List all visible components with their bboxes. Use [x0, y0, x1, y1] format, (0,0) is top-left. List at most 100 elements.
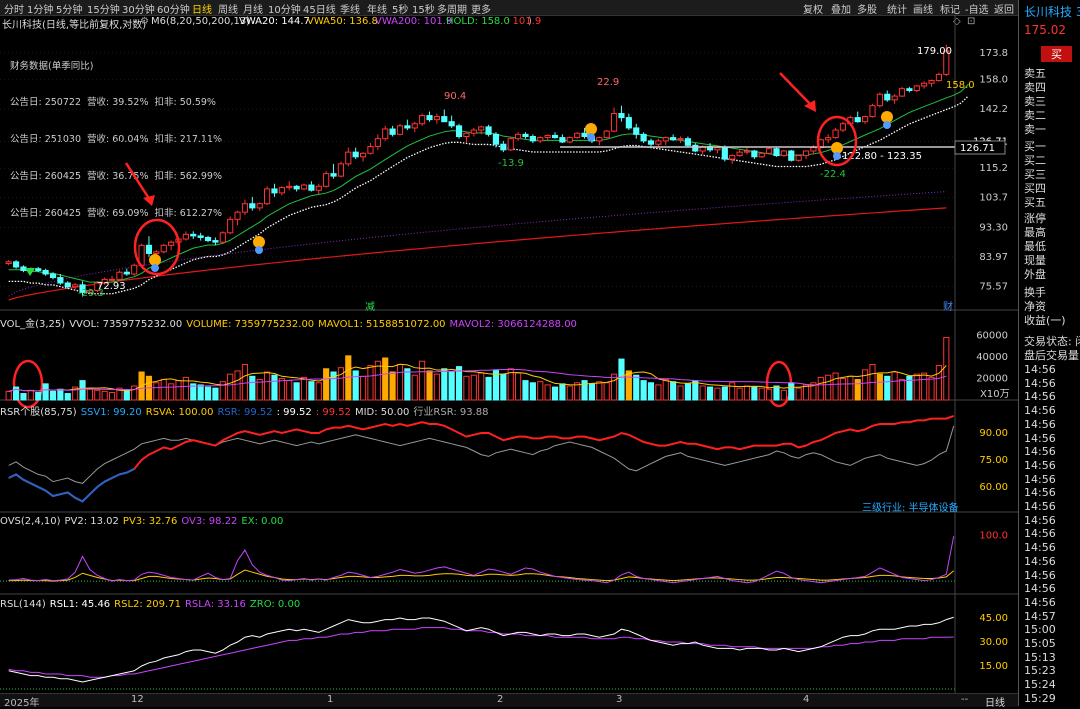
volume-bar: [463, 375, 470, 401]
vol-panel-title: VOL_金(3,25) VVOL: 7359775232.00 VOLUME: 73…: [0, 315, 581, 330]
volume-bar: [455, 366, 463, 401]
volume-bar: [57, 388, 64, 401]
month-label: 1: [327, 694, 334, 705]
candle-body: [677, 138, 684, 141]
arrow-head-icon: [804, 100, 816, 112]
volume-bar: [359, 375, 367, 401]
candle-body: [832, 129, 839, 139]
tick-time: 14:56: [1024, 431, 1056, 445]
signal-dot-icon: [255, 246, 263, 254]
volume-bar: [891, 371, 898, 401]
tick-time: 15:13: [1024, 650, 1056, 664]
candle-body: [729, 155, 736, 160]
tick-time: 14:56: [1024, 582, 1056, 596]
candle-body: [411, 123, 418, 129]
candle-body: [300, 184, 308, 190]
buy-button[interactable]: 买: [1041, 46, 1072, 62]
price-tick: 93.30: [979, 222, 1008, 233]
hold-line: [8, 83, 969, 283]
volume-bar: [625, 370, 632, 401]
candle-body: [876, 93, 883, 107]
candle-body: [20, 266, 27, 271]
volume-bar: [42, 383, 49, 401]
tick-time: 14:56: [1024, 458, 1056, 472]
volume-value: VOLUME: 7359775232.00: [186, 319, 315, 330]
candle-body: [116, 271, 123, 280]
volume-bar: [404, 368, 411, 401]
volume-bar: [160, 379, 167, 401]
volume-bar: [249, 375, 256, 401]
volume-bar: [684, 383, 691, 401]
candle-body: [566, 137, 573, 143]
volume-bar: [921, 372, 928, 401]
candle-body: [426, 115, 433, 121]
month-label: 3: [616, 694, 623, 705]
candle-body: [153, 251, 160, 254]
candle-body: [913, 85, 920, 92]
after-hours-volume: 盘后交易量:: [1024, 349, 1080, 362]
price-tick: 75.57: [979, 281, 1008, 292]
rsl-tick: 45.00: [979, 613, 1008, 624]
candle-body: [241, 203, 249, 213]
candle-body: [182, 233, 189, 240]
candle-body: [773, 148, 780, 157]
ovs-title: OVS(2,4,10): [0, 516, 61, 527]
rsr-low-line: [8, 468, 135, 503]
rsva-value: RSVA: 100.00: [145, 407, 214, 418]
vvol-value: VVOL: 7359775232.00: [69, 319, 183, 330]
volume-bar: [736, 387, 743, 401]
volume-bar: [101, 390, 108, 401]
volume-bar: [588, 383, 596, 401]
candle-body: [249, 203, 256, 209]
candle-body: [212, 240, 219, 243]
volume-bar: [884, 375, 891, 401]
volume-tick: 40000: [976, 352, 1008, 363]
volume-bar: [529, 382, 536, 401]
volume-bar: [670, 381, 677, 401]
volume-bar: [212, 387, 219, 401]
rsr-panel-title: RSR个股(85,75) SSV1: 99.20 RSVA: 100.00 RSR: …: [0, 403, 493, 418]
candle-body: [264, 188, 271, 205]
tick-time: 14:56: [1024, 390, 1056, 404]
volume-bar: [847, 375, 854, 401]
rsl-panel-title: RSL(144) RSL1: 45.46 RSL2: 209.71 RSLA: 33.…: [0, 599, 304, 610]
candle-body: [692, 144, 699, 152]
tick-time: 15:23: [1024, 664, 1056, 678]
volume-bar: [278, 377, 285, 401]
candle-body: [278, 187, 285, 194]
volume-bar: [743, 385, 751, 401]
candle-body: [921, 82, 928, 87]
volume-bar: [448, 371, 455, 401]
current-price: 175.02: [1024, 23, 1066, 37]
candle-body: [12, 261, 20, 268]
candle-body: [256, 203, 263, 209]
collapse-button[interactable]: --: [961, 694, 968, 705]
candle-body: [64, 282, 71, 288]
volume-bar: [374, 360, 381, 401]
candle-body: [766, 148, 773, 154]
price-tick: 142.2: [979, 104, 1008, 115]
candle-body: [271, 188, 278, 194]
candle-body: [610, 113, 618, 132]
pv3-value: PV3: 32.76: [122, 516, 178, 527]
volume-bar: [647, 382, 655, 401]
candle-body: [596, 137, 603, 142]
volume-bar: [862, 369, 869, 401]
rsl1-value: RSL1: 45.46: [49, 599, 111, 610]
candle-body: [862, 116, 869, 123]
candle-body: [780, 150, 787, 157]
rsr-title: RSR个股(85,75): [0, 407, 77, 418]
candle-body: [367, 145, 374, 154]
quote-stat: 外盘: [1024, 268, 1046, 281]
crosshair-price: 126.71: [960, 143, 995, 154]
pv2-value: PV2: 13.02: [64, 516, 119, 527]
candle-body: [640, 133, 647, 142]
volume-bar: [389, 371, 396, 401]
period-button[interactable]: 日线: [985, 694, 1005, 709]
candle-body: [751, 150, 758, 158]
tick-time: 14:56: [1024, 376, 1056, 390]
mavol1-value: MAVOL1: 5158851072.00: [318, 319, 446, 330]
volume-bar: [153, 382, 160, 401]
volume-bar: [241, 363, 249, 401]
volume-bar: [721, 386, 728, 401]
